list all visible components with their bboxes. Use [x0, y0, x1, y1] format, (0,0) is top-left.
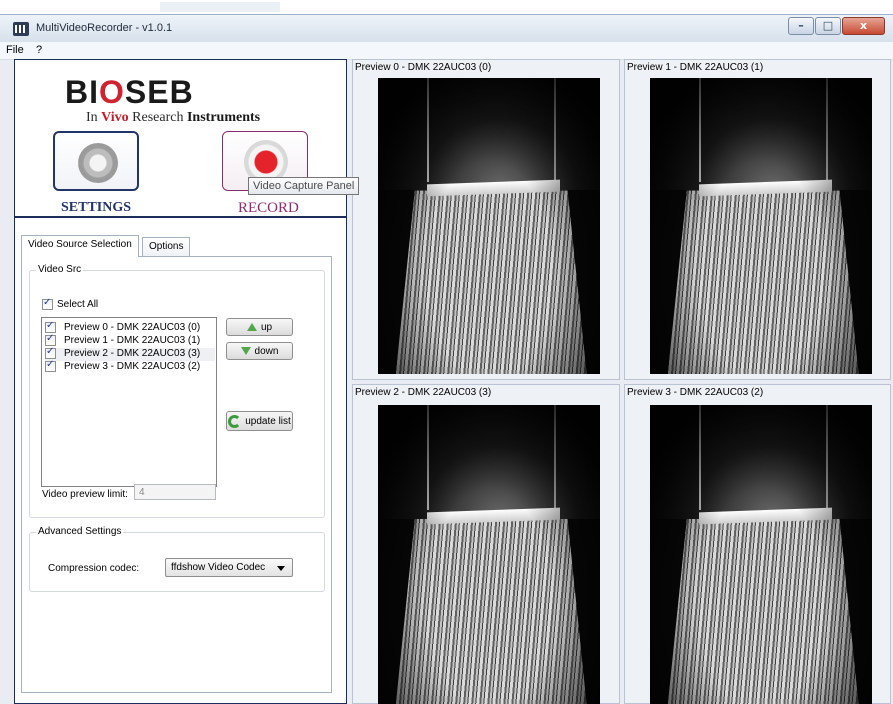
down-arrow-icon: [240, 347, 251, 355]
list-item[interactable]: Preview 0 - DMK 22AUC03 (0): [45, 320, 215, 335]
up-arrow-icon: [246, 323, 257, 331]
move-down-label: down: [254, 345, 279, 357]
video-feed[interactable]: [378, 78, 600, 374]
move-up-label: up: [260, 321, 273, 333]
advanced-settings-title: Advanced Settings: [36, 526, 124, 537]
refresh-icon: [228, 414, 242, 428]
advanced-settings-group: Advanced Settings Compression codec: ffd…: [29, 526, 325, 592]
desktop-strip: [0, 0, 893, 14]
source-checkbox[interactable]: [45, 320, 56, 333]
app-window: MultiVideoRecorder - v1.0.1 – □ x File ?…: [0, 0, 893, 704]
settings-button[interactable]: [53, 131, 139, 191]
tab-options[interactable]: Options: [142, 237, 191, 257]
select-all-check[interactable]: [42, 297, 53, 310]
window-title: MultiVideoRecorder - v1.0.1: [36, 22, 173, 34]
panel-divider: [15, 216, 346, 218]
preview-panel-3: Preview 3 - DMK 22AUC03 (2): [624, 384, 891, 704]
list-item[interactable]: Preview 3 - DMK 22AUC03 (2): [45, 359, 215, 374]
tab-panel-video-source: Video Src Select All Preview 0 - DMK 22A…: [21, 256, 332, 693]
record-label[interactable]: RECORD: [238, 200, 299, 217]
settings-label[interactable]: SETTINGS: [61, 200, 131, 216]
preview-title: Preview 3 - DMK 22AUC03 (2): [627, 387, 764, 398]
preview-panel-2: Preview 2 - DMK 22AUC03 (3): [352, 384, 620, 704]
select-all-checkbox[interactable]: Select All: [42, 297, 99, 310]
source-label: Preview 0 - DMK 22AUC03 (0): [64, 322, 201, 333]
video-vignette: [650, 78, 872, 374]
video-vignette: [378, 405, 600, 704]
maximize-icon: □: [822, 19, 834, 32]
app-icon: [13, 22, 29, 36]
video-source-list[interactable]: Preview 0 - DMK 22AUC03 (0) Preview 1 - …: [41, 317, 217, 487]
maximize-button[interactable]: □: [815, 17, 841, 35]
preview-title: Preview 1 - DMK 22AUC03 (1): [627, 62, 764, 73]
logo-tagline: In Vivo Research Instruments: [86, 110, 260, 126]
preview-title: Preview 0 - DMK 22AUC03 (0): [355, 62, 492, 73]
move-up-button[interactable]: up: [226, 318, 293, 336]
title-bar[interactable]: MultiVideoRecorder - v1.0.1 – □ x: [0, 14, 893, 42]
tagline-research: Research: [128, 110, 187, 125]
video-feed[interactable]: [650, 405, 872, 704]
logo-text-seb: SEB: [124, 74, 194, 110]
window-controls: – □ x: [787, 17, 885, 35]
source-label: Preview 2 - DMK 22AUC03 (3): [64, 348, 201, 359]
tagline-vivo: Vivo: [101, 110, 129, 125]
source-checkbox[interactable]: [45, 333, 56, 346]
tagline-in: In: [86, 110, 102, 125]
logo-wordmark: BIOSEB: [65, 74, 194, 111]
minimize-icon: –: [798, 19, 804, 32]
video-feed[interactable]: [650, 78, 872, 374]
control-panel: BIOSEB In Vivo Research Instruments Vide…: [14, 59, 360, 704]
video-vignette: [650, 405, 872, 704]
preview-title: Preview 2 - DMK 22AUC03 (3): [355, 387, 492, 398]
preview-panel-1: Preview 1 - DMK 22AUC03 (1): [624, 59, 891, 380]
close-icon: x: [859, 19, 868, 32]
move-down-button[interactable]: down: [226, 342, 293, 360]
tagline-instruments: Instruments: [186, 110, 261, 125]
tab-video-source-selection[interactable]: Video Source Selection: [21, 235, 139, 257]
logo-text-bi: BI: [65, 74, 99, 110]
source-checkbox[interactable]: [45, 346, 56, 359]
record-tooltip: Video Capture Panel: [248, 177, 360, 195]
video-feed[interactable]: [378, 405, 600, 704]
update-list-label: update list: [245, 415, 291, 427]
menu-bar: File ?: [0, 42, 893, 60]
minimize-button[interactable]: –: [788, 17, 814, 35]
update-list-button[interactable]: update list: [226, 411, 293, 431]
codec-value: ffdshow Video Codec: [171, 562, 266, 573]
source-label: Preview 3 - DMK 22AUC03 (2): [64, 361, 201, 372]
preview-limit-field[interactable]: 4: [134, 484, 216, 500]
select-all-label: Select All: [57, 299, 99, 310]
codec-select[interactable]: ffdshow Video Codec: [165, 558, 293, 577]
video-src-group: Video Src Select All Preview 0 - DMK 22A…: [29, 264, 325, 518]
background-window-ghost: [160, 2, 280, 12]
list-item[interactable]: Preview 2 - DMK 22AUC03 (3): [45, 346, 215, 361]
dropdown-arrow-icon: [277, 566, 285, 571]
menu-file[interactable]: File: [6, 44, 24, 56]
menu-help[interactable]: ?: [36, 44, 42, 56]
preview-limit-label: Video preview limit:: [42, 489, 128, 500]
close-button[interactable]: x: [842, 17, 885, 35]
list-item[interactable]: Preview 1 - DMK 22AUC03 (1): [45, 333, 215, 348]
source-label: Preview 1 - DMK 22AUC03 (1): [64, 335, 201, 346]
bioseb-logo: BIOSEB In Vivo Research Instruments: [65, 74, 305, 134]
video-vignette: [378, 78, 600, 374]
logo-text-o: O: [99, 74, 125, 110]
source-checkbox[interactable]: [45, 359, 56, 372]
codec-label: Compression codec:: [48, 563, 140, 574]
video-src-group-title: Video Src: [36, 264, 84, 275]
gear-icon: [78, 143, 118, 183]
preview-panel-0: Preview 0 - DMK 22AUC03 (0): [352, 59, 620, 380]
